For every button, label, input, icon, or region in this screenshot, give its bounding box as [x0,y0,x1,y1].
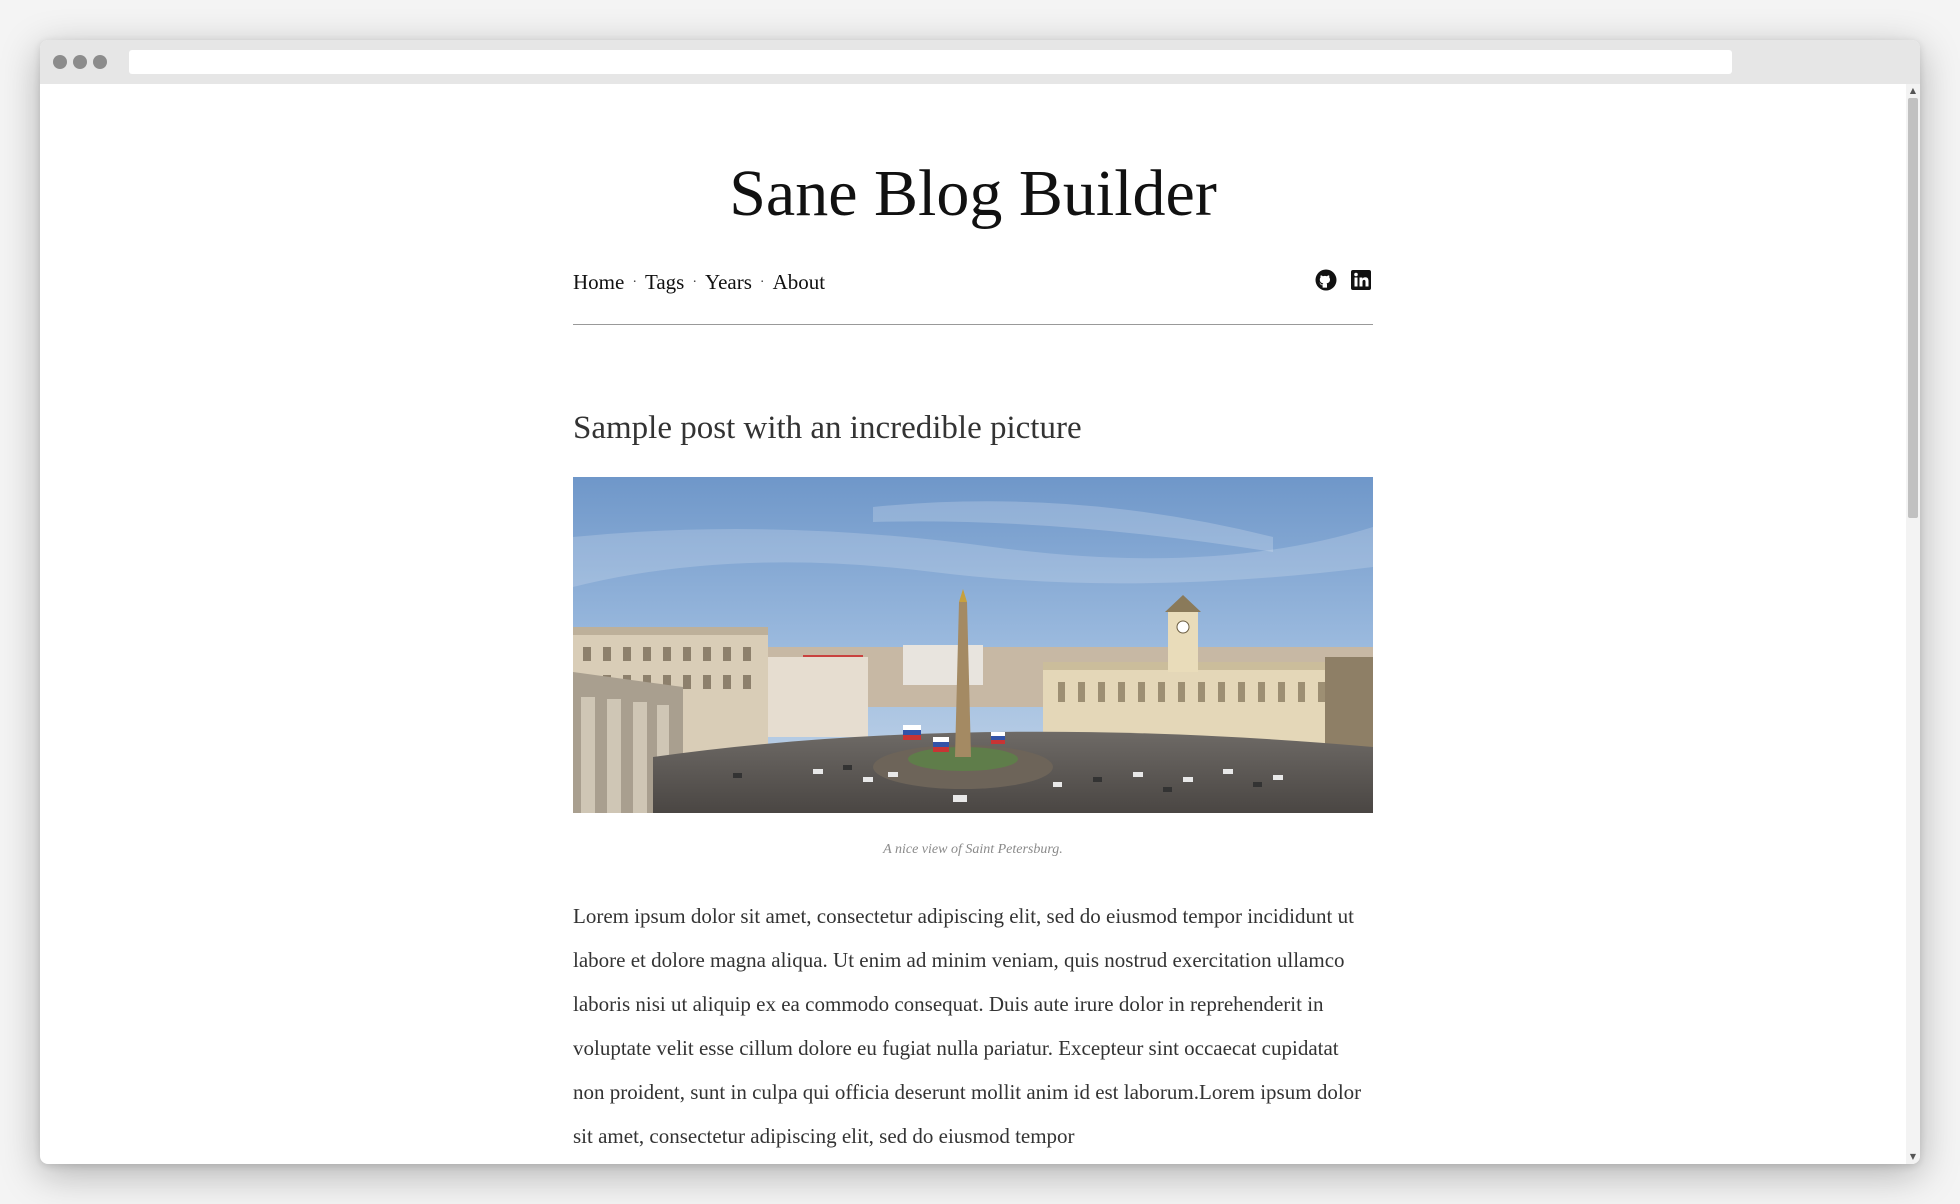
nav-link-about[interactable]: About [773,270,826,294]
nav-separator: · [632,275,637,290]
site-nav: Home · Tags · Years · About [573,266,1373,298]
post-title[interactable]: Sample post with an incredible picture [573,408,1373,448]
scroll-up-arrow-icon[interactable]: ▲ [1906,84,1920,98]
address-bar[interactable] [129,50,1732,74]
nav-link-home[interactable]: Home [573,270,624,294]
site-title[interactable]: Sane Blog Builder [573,154,1373,234]
post-body: Lorem ipsum dolor sit amet, consectetur … [573,904,1362,1148]
window-control-dot[interactable] [93,55,107,69]
vertical-scrollbar[interactable]: ▲ ▼ [1906,84,1920,1164]
nav-separator: · [692,275,698,290]
nav-link-years[interactable]: Years [705,270,752,294]
scrollbar-thumb[interactable] [1908,98,1918,518]
nav-link-tags[interactable]: Tags [645,270,684,294]
page-viewport: Sane Blog Builder Home · Tags · Years · About [40,84,1920,1164]
image-caption: A nice view of Saint Petersburg. [883,842,1063,857]
nav-links: Home · Tags · Years · About [573,270,825,295]
browser-toolbar [40,40,1920,84]
window-control-dot[interactable] [73,55,87,69]
scroll-down-arrow-icon[interactable]: ▼ [1906,1150,1920,1164]
browser-window: Sane Blog Builder Home · Tags · Years · About [40,40,1920,1164]
linkedin-icon[interactable] [1349,268,1373,292]
post-image [573,477,1373,813]
window-control-dot[interactable] [53,55,67,69]
social-links [1308,268,1373,293]
header-divider [573,324,1373,325]
nav-separator: · [759,275,765,290]
github-icon[interactable] [1314,268,1338,292]
